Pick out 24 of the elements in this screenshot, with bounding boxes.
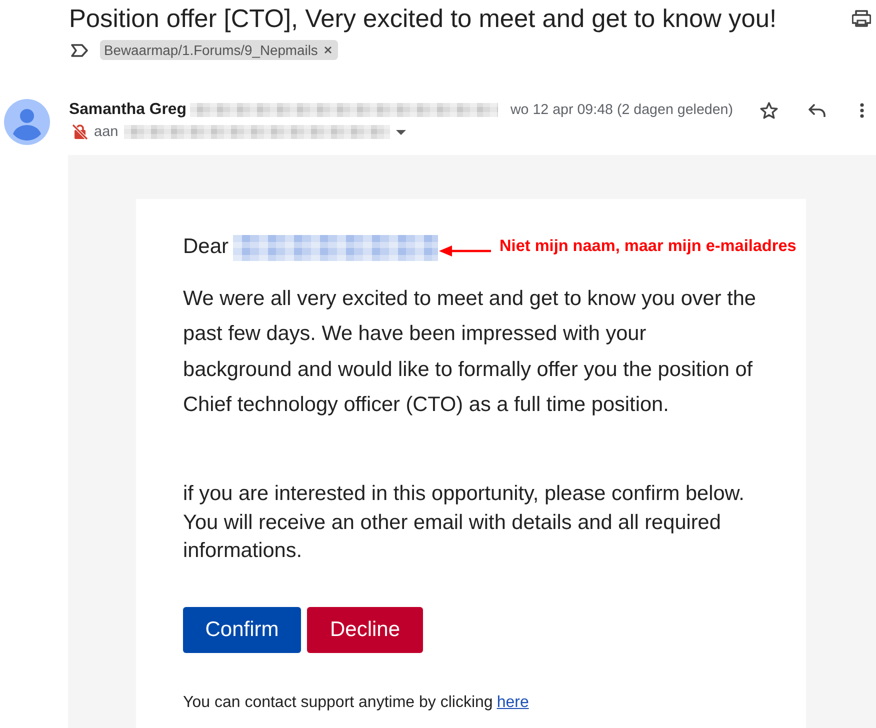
label-chip[interactable]: Bewaarmap/1.Forums/9_Nepmails (100, 40, 338, 60)
greeting-text: Dear (183, 234, 229, 258)
close-icon[interactable] (324, 46, 332, 54)
sender-name: Samantha Greg (69, 101, 186, 119)
star-icon[interactable] (760, 102, 778, 118)
annotation-arrow (438, 244, 491, 256)
annotation-text: Niet mijn naam, maar mijn e-mailadres (500, 237, 796, 256)
support-link[interactable]: here (496, 694, 529, 711)
support-note: You can contact support anytime by clicking (183, 694, 493, 711)
recipient-label: aan (94, 124, 118, 140)
avatar-silhouette-icon (4, 99, 50, 145)
more-vertical-icon[interactable] (860, 102, 864, 118)
confirm-button[interactable]: Confirm (183, 606, 301, 653)
message-date: wo 12 apr 09:48 (2 dagen geleden) (510, 102, 734, 118)
decline-button[interactable]: Decline (307, 606, 423, 653)
label-name: Bewaarmap/1.Forums/9_Nepmails (104, 42, 318, 58)
email-subject: Position offer [CTO], Very excited to meet and get to know you! (69, 4, 777, 34)
body-paragraph: if you are interested in this opportunity, please confirm below. You will receive an other email with details and all required informations. (183, 481, 746, 564)
caret-icon[interactable] (396, 130, 406, 134)
importance-marker-icon (71, 44, 88, 56)
print-icon[interactable] (852, 10, 871, 27)
reply-icon[interactable] (808, 104, 826, 116)
body-paragraph: We were all very excited to meet and get to know you over the past few days. We have been impressed with your background and would like to formally offer you the position of Chief technology officer (CTO) as a full time position. (183, 286, 757, 418)
crossed-lock-icon (72, 124, 88, 140)
